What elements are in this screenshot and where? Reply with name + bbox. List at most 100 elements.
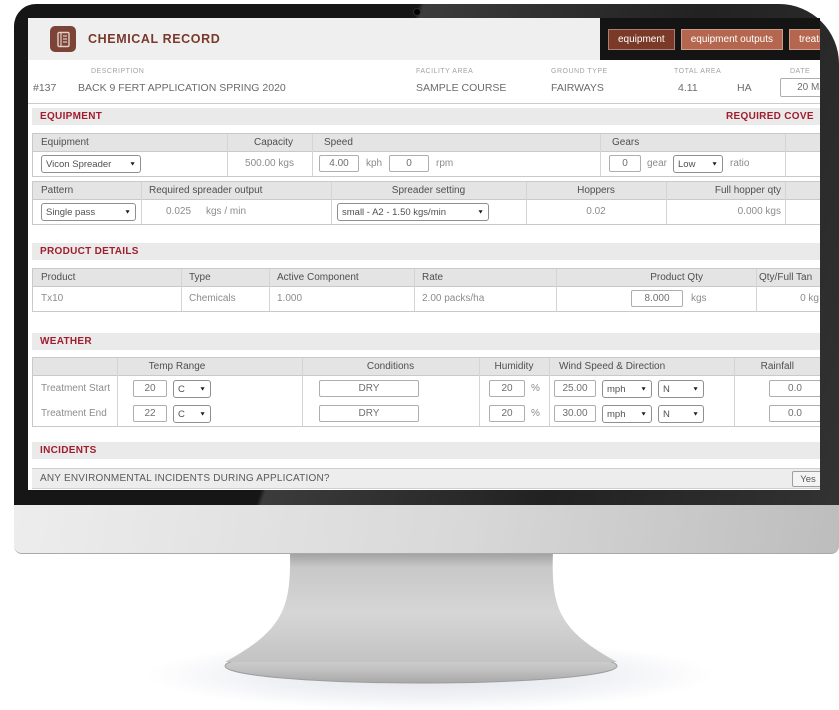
total-area-value: 4.11: [678, 82, 698, 94]
product-table-header: Product Type Active Component Rate Produ…: [33, 269, 820, 287]
column-divider: [756, 269, 757, 311]
total-area-unit: HA: [737, 82, 752, 94]
equipment-select[interactable]: Vicon Spreader ▼: [41, 155, 141, 173]
monitor-stand: [160, 552, 680, 692]
equipment-select-value: Vicon Spreader: [46, 159, 111, 170]
incidents-yes-button[interactable]: Yes: [792, 471, 820, 487]
column-divider: [526, 182, 527, 224]
pattern-col-label: Pattern: [41, 182, 73, 200]
wind-speed-start-input[interactable]: [554, 380, 596, 397]
column-divider: [117, 358, 118, 426]
temp-unit-value: C: [178, 384, 185, 395]
required-coverage-label: REQUIRED COVE: [726, 111, 814, 122]
incidents-question: ANY ENVIRONMENTAL INCIDENTS DURING APPLI…: [40, 473, 330, 484]
column-divider: [785, 182, 786, 224]
wind-unit-value: mph: [607, 384, 625, 395]
column-divider: [302, 358, 303, 426]
humidity-start-input[interactable]: [489, 380, 525, 397]
temp-start-input[interactable]: [133, 380, 167, 397]
rpm-input[interactable]: [389, 155, 429, 172]
active-component-value: 1.000: [277, 287, 302, 311]
product-col-label: Product: [41, 269, 75, 287]
product-table: Product Type Active Component Rate Produ…: [32, 268, 820, 312]
wind-dir-end-select[interactable]: N ▼: [658, 405, 704, 423]
pattern-select[interactable]: Single pass ▼: [41, 203, 136, 221]
rainfall-start-input[interactable]: [769, 380, 820, 397]
facility-area-value: SAMPLE COURSE: [416, 82, 506, 94]
record-description: BACK 9 FERT APPLICATION SPRING 2020: [78, 82, 286, 94]
temp-unit-value: C: [178, 409, 185, 420]
speed-input[interactable]: [319, 155, 359, 172]
humidity-col-label: Humidity: [479, 358, 549, 376]
setting-col-label: Spreader setting: [331, 182, 526, 200]
humidity-unit-label: %: [531, 376, 540, 401]
column-divider: [141, 182, 142, 224]
app-header-bar: CHEMICAL RECORD equipment equipment outp…: [28, 18, 820, 60]
spreader-setting-select-value: small - A2 - 1.50 kgs/min: [342, 207, 446, 218]
gears-col-label: Gears: [612, 134, 639, 152]
wind-speed-end-input[interactable]: [554, 405, 596, 422]
ground-type-label: GROUND TYPE: [551, 68, 608, 75]
wind-dir-start-select[interactable]: N ▼: [658, 380, 704, 398]
temp-start-unit-select[interactable]: C ▼: [173, 380, 211, 398]
record-id: #137: [33, 82, 56, 94]
pattern-select-value: Single pass: [46, 207, 95, 218]
hoppers-value: 0.02: [526, 200, 666, 224]
capacity-col-label: Capacity: [231, 134, 316, 152]
equipment-table-1-header: Equipment Capacity Speed Gears: [33, 134, 820, 152]
conditions-start-input[interactable]: [319, 380, 419, 397]
column-divider: [414, 269, 415, 311]
equipment-table-1: Equipment Capacity Speed Gears Vicon Spr…: [32, 133, 820, 177]
column-divider: [734, 358, 735, 426]
equipment-nav-button[interactable]: equipment: [608, 29, 675, 50]
wind-col-label: Wind Speed & Direction: [559, 358, 665, 376]
gear-input[interactable]: [609, 155, 641, 172]
wind-unit-start-select[interactable]: mph ▼: [602, 380, 652, 398]
column-divider: [331, 182, 332, 224]
temp-end-unit-select[interactable]: C ▼: [173, 405, 211, 423]
product-table-row: Tx10 Chemicals 1.000 2.00 packs/ha kgs 0…: [33, 287, 820, 311]
full-hopper-col-label: Full hopper qty: [666, 182, 781, 200]
column-divider: [549, 358, 550, 426]
humidity-unit-label: %: [531, 401, 540, 426]
column-divider: [479, 358, 480, 426]
product-value: Tx10: [41, 287, 63, 311]
wind-unit-end-select[interactable]: mph ▼: [602, 405, 652, 423]
temp-end-input[interactable]: [133, 405, 167, 422]
type-value: Chemicals: [189, 287, 236, 311]
output-col-label: Required spreader output: [149, 182, 262, 200]
weather-section-title: WEATHER: [40, 336, 92, 347]
date-input[interactable]: [780, 78, 820, 97]
hoppers-col-label: Hoppers: [526, 182, 666, 200]
treatment-details-nav-button[interactable]: treatment details: [789, 29, 820, 50]
screen: CHEMICAL RECORD equipment equipment outp…: [28, 18, 820, 490]
conditions-end-input[interactable]: [319, 405, 419, 422]
equipment-outputs-nav-button[interactable]: equipment outputs: [681, 29, 783, 50]
chevron-down-icon: ▼: [129, 161, 136, 167]
rainfall-end-input[interactable]: [769, 405, 820, 422]
column-divider: [227, 134, 228, 176]
spreader-setting-select[interactable]: small - A2 - 1.50 kgs/min ▼: [337, 203, 489, 221]
weather-row-label: Treatment End: [41, 401, 107, 426]
humidity-end-input[interactable]: [489, 405, 525, 422]
column-divider: [181, 269, 182, 311]
rate-col-label: Rate: [422, 269, 443, 287]
product-qty-unit-label: kgs: [691, 287, 707, 311]
column-divider: [666, 182, 667, 224]
qty-full-tank-col-label: Qty/Full Tan: [759, 269, 812, 287]
ground-type-value: FAIRWAYS: [551, 82, 604, 94]
column-divider: [556, 269, 557, 311]
chevron-down-icon: ▼: [477, 209, 484, 215]
equipment-section-title: EQUIPMENT: [40, 111, 102, 122]
chevron-down-icon: ▼: [711, 161, 718, 167]
product-details-section-header: PRODUCT DETAILS: [32, 243, 820, 260]
product-qty-input[interactable]: [631, 290, 683, 307]
chemical-record-icon: [50, 26, 76, 52]
column-divider: [785, 134, 786, 176]
description-label: DESCRIPTION: [91, 68, 144, 75]
equipment-table-1-row: Vicon Spreader ▼ 500.00 kgs kph rpm gear…: [33, 152, 820, 176]
gear-ratio-select[interactable]: Low ▼: [673, 155, 723, 173]
chevron-down-icon: ▼: [640, 411, 647, 417]
equipment-table-2-row: Single pass ▼ 0.025 kgs / min small - A2…: [33, 200, 820, 224]
product-details-section-title: PRODUCT DETAILS: [40, 246, 139, 257]
